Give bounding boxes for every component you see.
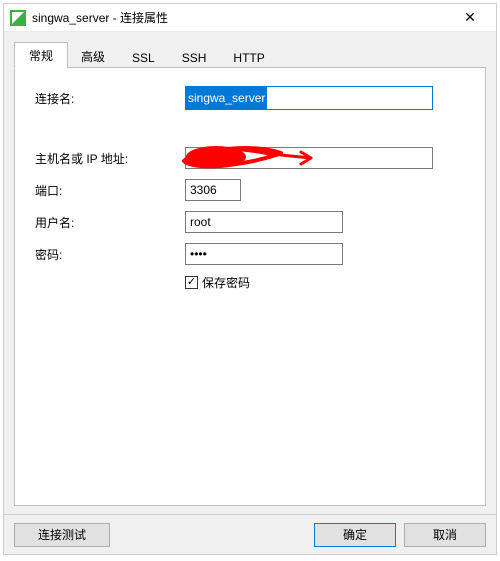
- dialog-window: singwa_server - 连接属性 ✕ 常规 高级 SSL SSH HTT…: [3, 3, 497, 555]
- test-connection-button[interactable]: 连接测试: [14, 523, 110, 547]
- general-panel: 连接名: singwa_server 主机名或 IP 地址: 端口:: [14, 68, 486, 506]
- user-input[interactable]: [185, 211, 343, 233]
- tabstrip: 常规 高级 SSL SSH HTTP: [14, 42, 486, 68]
- row-user: 用户名:: [35, 210, 469, 234]
- ok-button[interactable]: 确定: [314, 523, 396, 547]
- label-connection-name: 连接名:: [35, 90, 185, 107]
- password-input[interactable]: [185, 243, 343, 265]
- app-icon: [10, 10, 26, 26]
- tab-http[interactable]: HTTP: [219, 47, 278, 69]
- row-host: 主机名或 IP 地址:: [35, 146, 469, 170]
- label-user: 用户名:: [35, 214, 185, 231]
- label-password: 密码:: [35, 246, 185, 263]
- row-save-password: ✓ 保存密码: [185, 274, 469, 291]
- close-icon: ✕: [464, 9, 476, 26]
- tab-area: 常规 高级 SSL SSH HTTP: [4, 32, 496, 68]
- window-title: singwa_server - 连接属性: [32, 9, 450, 26]
- close-button[interactable]: ✕: [450, 5, 490, 31]
- label-port: 端口:: [35, 182, 185, 199]
- checkmark-icon: ✓: [187, 277, 196, 288]
- label-host: 主机名或 IP 地址:: [35, 150, 185, 167]
- connection-name-input[interactable]: [267, 87, 432, 109]
- tab-general[interactable]: 常规: [14, 42, 68, 69]
- tab-advanced[interactable]: 高级: [67, 44, 119, 69]
- connection-name-selected-text: singwa_server: [186, 87, 267, 109]
- connection-name-field-wrap: singwa_server: [185, 86, 433, 110]
- label-save-password: 保存密码: [202, 274, 250, 291]
- host-input[interactable]: [185, 147, 433, 169]
- row-password: 密码:: [35, 242, 469, 266]
- save-password-checkbox[interactable]: ✓: [185, 276, 198, 289]
- row-port: 端口:: [35, 178, 469, 202]
- row-connection-name: 连接名: singwa_server: [35, 86, 469, 110]
- titlebar: singwa_server - 连接属性 ✕: [4, 4, 496, 32]
- tab-ssl[interactable]: SSL: [118, 47, 169, 69]
- cancel-button[interactable]: 取消: [404, 523, 486, 547]
- port-input[interactable]: [185, 179, 241, 201]
- tab-ssh[interactable]: SSH: [168, 47, 221, 69]
- host-field-wrap: [185, 147, 433, 169]
- button-bar: 连接测试 确定 取消: [4, 514, 496, 554]
